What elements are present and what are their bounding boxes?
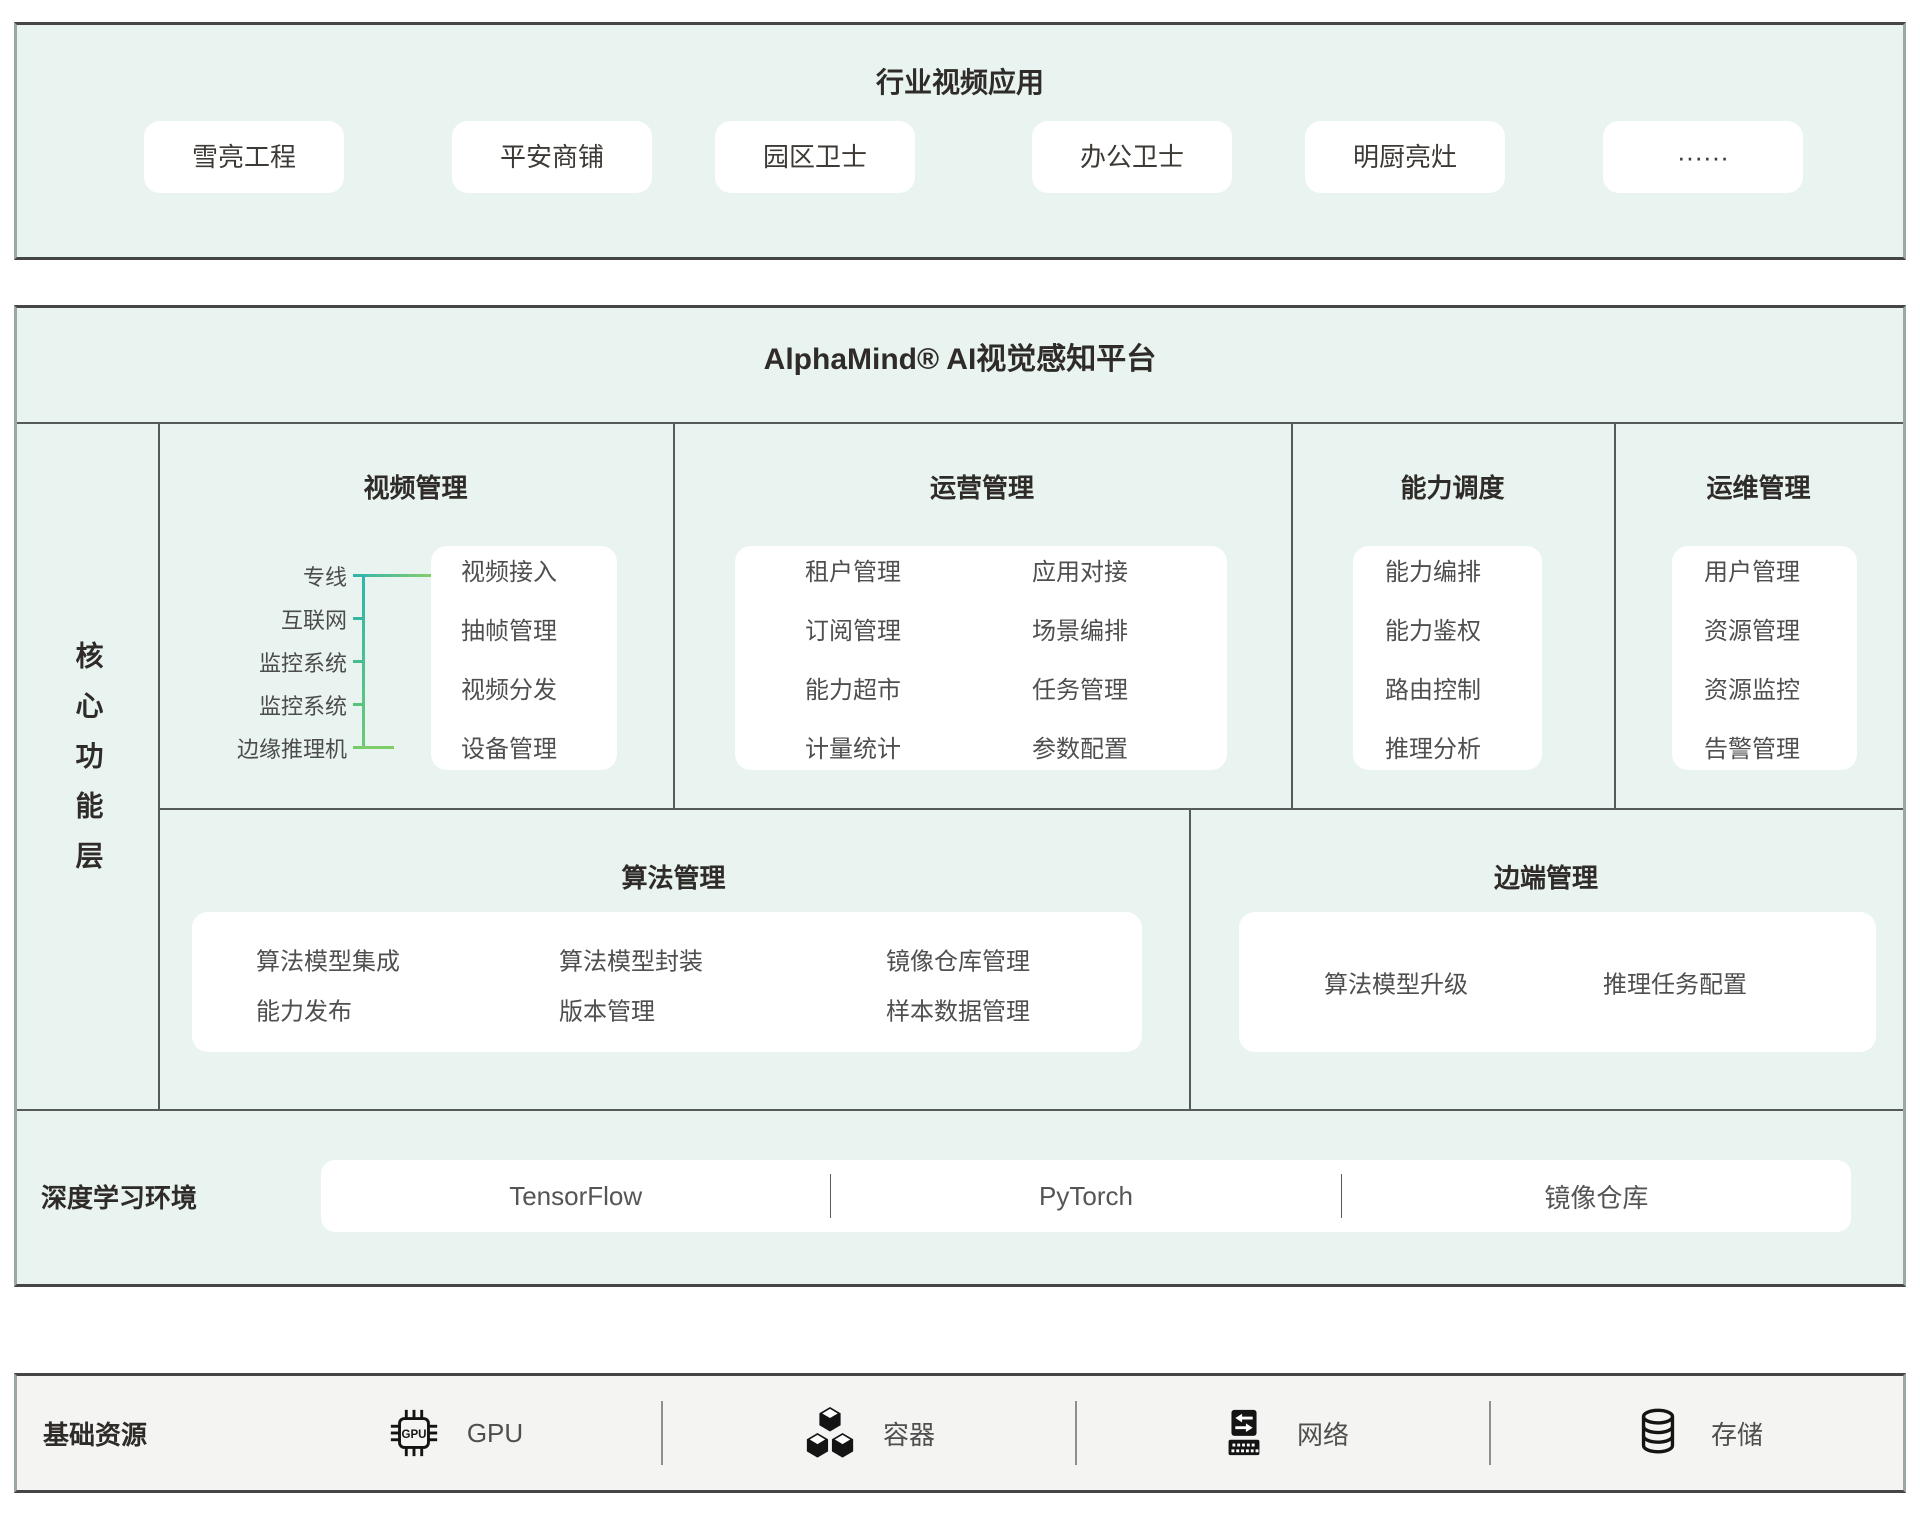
operation-mgmt-item: 能力超市 <box>805 670 1032 705</box>
operation-mgmt-item: 租户管理 <box>805 552 1032 587</box>
divider-title <box>17 422 1903 424</box>
operation-mgmt-item: 应用对接 <box>1032 552 1128 587</box>
connector-line-vertical <box>362 575 365 749</box>
divider-core-column <box>158 422 160 1109</box>
video-source-label: 监控系统 <box>147 689 347 721</box>
platform-panel: AlphaMind® AI视觉感知平台 核心功能层 视频管理 运营管理 能力调度… <box>14 305 1906 1287</box>
video-mgmt-item: 视频分发 <box>461 670 617 705</box>
app-chip-mingchu: 明厨亮灶 <box>1305 121 1505 193</box>
om-mgmt-item: 资源管理 <box>1704 611 1857 646</box>
edge-mgmt-item: 算法模型升级 <box>1324 965 1468 1000</box>
operation-mgmt-col2: 应用对接 场景编排 任务管理 参数配置 <box>1032 552 1128 764</box>
algo-mgmt-item: 算法模型封装 <box>559 942 703 977</box>
app-chip-xueliang: 雪亮工程 <box>144 121 344 193</box>
video-source-label: 边缘推理机 <box>147 732 347 764</box>
infra-cell-container: 容器 <box>663 1376 1075 1490</box>
network-icon <box>1217 1406 1271 1460</box>
dl-env-tensorflow: TensorFlow <box>321 1181 830 1212</box>
infra-panel: 基础资源 GPU GPU <box>14 1373 1906 1493</box>
operation-mgmt-item: 订阅管理 <box>805 611 1032 646</box>
infra-item-label: GPU <box>467 1418 523 1449</box>
gpu-chip-text: GPU <box>401 1429 426 1441</box>
capability-sched-item: 能力编排 <box>1385 552 1542 587</box>
container-icon <box>803 1406 857 1460</box>
connector-line-bottom <box>362 746 394 749</box>
om-mgmt-item: 资源监控 <box>1704 670 1857 705</box>
app-chip-yuanqu: 园区卫士 <box>715 121 915 193</box>
operation-mgmt-col1: 租户管理 订阅管理 能力超市 计量统计 <box>805 552 1032 764</box>
video-source-label: 监控系统 <box>147 646 347 678</box>
algo-mgmt-card: 算法模型集成 算法模型封装 镜像仓库管理 能力发布 版本管理 样本数据管理 <box>192 912 1142 1052</box>
capability-sched-item: 推理分析 <box>1385 729 1542 764</box>
capability-sched-title: 能力调度 <box>1291 470 1614 506</box>
algo-mgmt-title: 算法管理 <box>158 860 1189 896</box>
app-chip-pingan: 平安商铺 <box>452 121 652 193</box>
video-mgmt-item: 设备管理 <box>461 729 617 764</box>
dl-env-registry: 镜像仓库 <box>1342 1178 1851 1215</box>
gpu-icon: GPU <box>387 1406 441 1460</box>
capability-sched-card: 能力编排 能力鉴权 路由控制 推理分析 <box>1353 546 1542 770</box>
operation-mgmt-card: 租户管理 订阅管理 能力超市 计量统计 应用对接 场景编排 任务管理 参数配置 <box>735 546 1227 770</box>
algo-mgmt-item: 镜像仓库管理 <box>886 942 1030 977</box>
algo-mgmt-item: 能力发布 <box>256 992 352 1027</box>
edge-mgmt-title: 边端管理 <box>1189 860 1903 896</box>
om-mgmt-card: 用户管理 资源管理 资源监控 告警管理 <box>1672 546 1857 770</box>
infra-item-label: 存储 <box>1711 1415 1763 1452</box>
edge-mgmt-card: 算法模型升级 推理任务配置 <box>1239 912 1876 1052</box>
dl-env-bar: TensorFlow PyTorch 镜像仓库 <box>321 1160 1851 1232</box>
edge-mgmt-item: 推理任务配置 <box>1603 965 1747 1000</box>
platform-title: AlphaMind® AI视觉感知平台 <box>17 334 1903 378</box>
infra-label: 基础资源 <box>17 1415 249 1452</box>
app-chip-more: ······ <box>1603 121 1803 193</box>
capability-sched-item: 能力鉴权 <box>1385 611 1542 646</box>
infra-item-label: 网络 <box>1297 1415 1349 1452</box>
divider-row2 <box>17 1109 1903 1111</box>
infra-cell-storage: 存储 <box>1491 1376 1903 1490</box>
operation-mgmt-item: 参数配置 <box>1032 729 1128 764</box>
connector-line-main <box>353 574 435 577</box>
operation-mgmt-item: 任务管理 <box>1032 670 1128 705</box>
app-chip-bangong: 办公卫士 <box>1032 121 1232 193</box>
video-mgmt-card: 视频接入 抽帧管理 视频分发 设备管理 <box>431 546 617 770</box>
architecture-diagram: 行业视频应用 雪亮工程 平安商铺 园区卫士 办公卫士 明厨亮灶 ······ A… <box>0 0 1920 1522</box>
dl-env-pytorch: PyTorch <box>831 1181 1340 1212</box>
infra-cell-network: 网络 <box>1077 1376 1489 1490</box>
algo-mgmt-item: 版本管理 <box>559 992 655 1027</box>
om-mgmt-title: 运维管理 <box>1614 470 1903 506</box>
operation-mgmt-item: 计量统计 <box>805 729 1032 764</box>
capability-sched-item: 路由控制 <box>1385 670 1542 705</box>
core-layer-label: 核心功能层 <box>17 422 158 1109</box>
infra-cell-gpu: GPU GPU <box>249 1376 661 1490</box>
industry-apps-panel: 行业视频应用 雪亮工程 平安商铺 园区卫士 办公卫士 明厨亮灶 ······ <box>14 22 1906 260</box>
operation-mgmt-title: 运营管理 <box>673 470 1291 506</box>
dl-env-label: 深度学习环境 <box>41 1109 197 1284</box>
industry-apps-title: 行业视频应用 <box>17 61 1903 101</box>
video-mgmt-item: 抽帧管理 <box>461 611 617 646</box>
algo-mgmt-item: 算法模型集成 <box>256 942 400 977</box>
om-mgmt-item: 用户管理 <box>1704 552 1857 587</box>
storage-icon <box>1631 1406 1685 1460</box>
om-mgmt-item: 告警管理 <box>1704 729 1857 764</box>
algo-mgmt-item: 样本数据管理 <box>886 992 1030 1027</box>
video-mgmt-item: 视频接入 <box>461 552 617 587</box>
divider-algo-edge <box>1189 808 1191 1109</box>
operation-mgmt-item: 场景编排 <box>1032 611 1128 646</box>
infra-item-label: 容器 <box>883 1415 935 1452</box>
divider-row1 <box>158 808 1903 810</box>
video-source-label: 互联网 <box>147 603 347 635</box>
video-mgmt-title: 视频管理 <box>158 470 673 506</box>
video-source-label: 专线 <box>147 560 347 592</box>
